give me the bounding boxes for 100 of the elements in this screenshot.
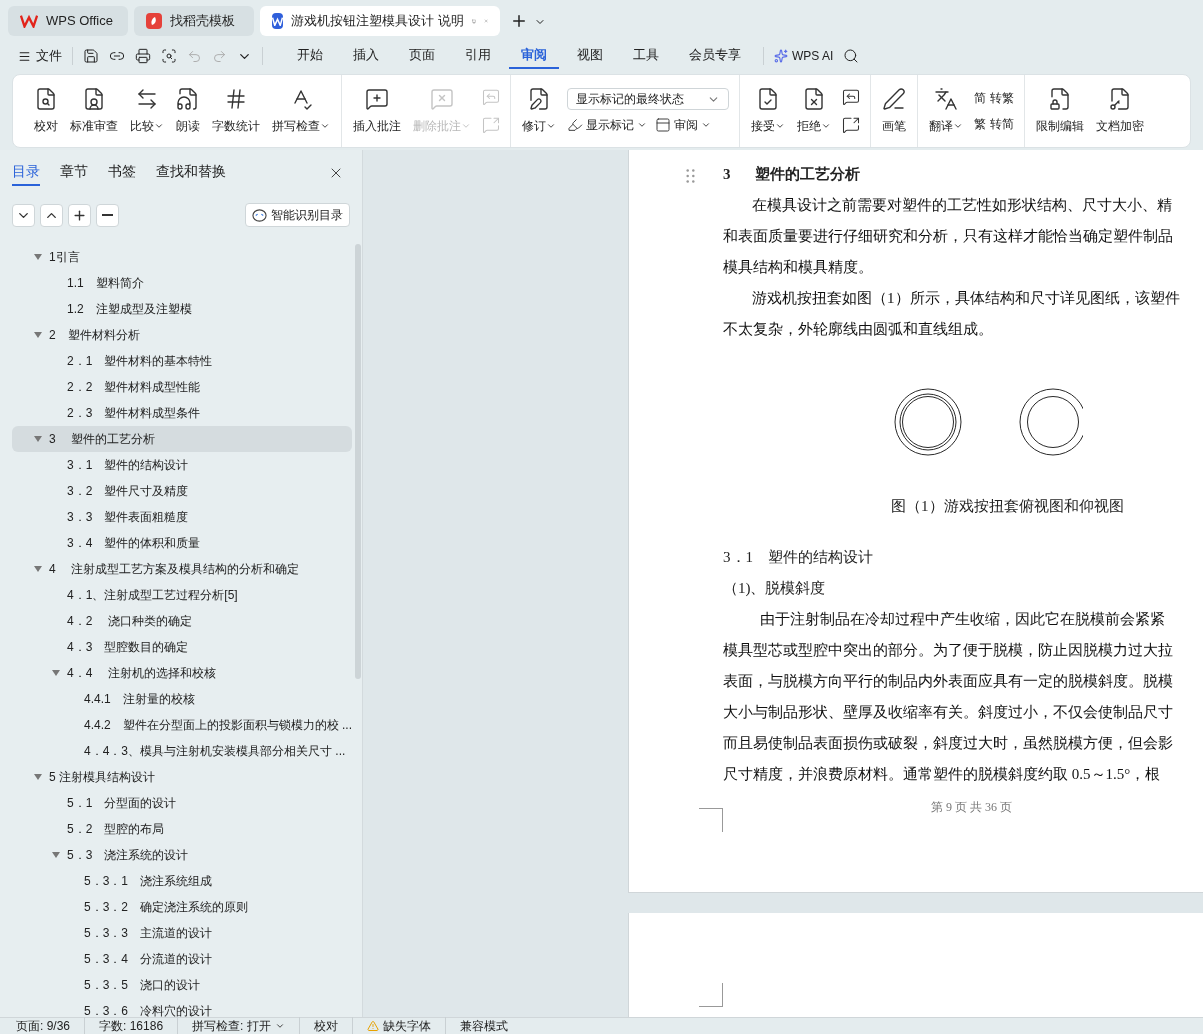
ribbon-button[interactable]: 拒绝 [792,75,836,147]
expand-up-button[interactable] [40,203,63,227]
toc-item[interactable]: 4．1、注射成型工艺过程分析[5] [12,582,353,608]
compare-arrows-icon [135,87,159,111]
toc-item[interactable]: 4．4 注射机的选择和校核 [12,660,353,686]
figure-caption: 图（1）游戏按扭套俯视图和仰视图 [891,497,1124,516]
comment-delete-icon [430,87,454,111]
add-heading-button[interactable] [68,203,91,227]
sidebar-tab[interactable]: 目录 [12,160,40,186]
ribbon-button[interactable]: 限制编辑 [1031,75,1089,147]
remove-heading-button[interactable] [96,203,119,227]
ribbon-button[interactable]: 接受 [746,75,790,147]
menu-tab[interactable]: 页面 [397,43,447,69]
toc-item[interactable]: 5．2 型腔的布局 [12,816,353,842]
plus-icon [72,207,87,223]
scrollbar-thumb[interactable] [355,244,361,679]
toc-item[interactable]: 5 注射模具结构设计 [12,764,353,790]
document-tab[interactable]: WPS Office [8,6,128,36]
toc-item[interactable]: 4.4.1 注射量的校核 [12,686,353,712]
ribbon-button[interactable]: 插入批注 [348,75,406,147]
toc-item[interactable]: 5．3．5 浇口的设计 [12,972,353,998]
toc-item[interactable]: 3．1 塑件的结构设计 [12,452,353,478]
menu-tab[interactable]: 引用 [453,43,503,69]
toc-item[interactable]: 3．3 塑件表面粗糙度 [12,504,353,530]
search-icon[interactable] [843,48,860,64]
toc-item[interactable]: 4 注射成型工艺方案及模具结构的分析和确定 [12,556,353,582]
print-preview-icon[interactable] [161,48,177,64]
markup-select[interactable]: 显示标记的最终状态 [567,88,729,110]
print-icon[interactable] [135,48,151,64]
ribbon-button[interactable]: 画笔 [877,75,911,147]
toc-item[interactable]: 4．4．3、模具与注射机安装模具部分相关尺寸 ... [12,738,353,764]
toc-item[interactable]: 1.1 塑料简介 [12,270,353,296]
file-menu-button[interactable]: 文件 [18,46,62,66]
ribbon-button[interactable]: 修订 [517,75,561,147]
smart-toc-button[interactable]: 智能识别目录 [245,203,350,227]
toc-item[interactable]: 1引言 [12,244,353,270]
ribbon-button[interactable]: 翻译 [924,75,968,147]
menu-tab[interactable]: 开始 [285,43,335,69]
ribbon-button[interactable]: 校对 [29,75,63,147]
proofread-status-button[interactable]: 校对 [299,1017,353,1034]
document-tab[interactable]: 找稻壳模板 [134,6,254,36]
sidebar-tab[interactable]: 书签 [108,160,136,186]
menu-tab[interactable]: 视图 [565,43,615,69]
menu-tab[interactable]: 工具 [621,43,671,69]
toc-item[interactable]: 5．3．4 分流道的设计 [12,946,353,972]
toc-item[interactable]: 5．3．3 主流道的设计 [12,920,353,946]
toc-item[interactable]: 5．3 浇注系统的设计 [12,842,353,868]
toc-item[interactable]: 1.2 注塑成型及注塑模 [12,296,353,322]
toc-item[interactable]: 2 塑件材料分析 [12,322,353,348]
ribbon-button[interactable]: 文档加密 [1091,75,1149,147]
new-tab-icon[interactable] [510,12,528,30]
toc-item[interactable]: 2．3 塑件材料成型条件 [12,400,353,426]
convert-button[interactable]: 繁 转简 [974,115,1014,133]
toc-item[interactable]: 3 塑件的工艺分析 [12,426,353,452]
expanded-triangle-icon[interactable] [34,253,42,261]
collapse-all-button[interactable] [12,203,35,227]
ribbon-small-button[interactable]: 显示标记 [567,116,647,134]
document-reject-icon [802,87,826,111]
sidebar-tab[interactable]: 查找和替换 [156,160,226,186]
ribbon-button[interactable]: 朗读 [171,75,205,147]
document-tab[interactable]: 游戏机按钮注塑模具设计 说明 [260,6,500,36]
menu-tab[interactable]: 会员专享 [677,43,753,69]
expanded-triangle-icon[interactable] [34,565,42,573]
toc-item[interactable]: 5．3．1 浇注系统组成 [12,868,353,894]
next-comment-icon[interactable] [842,116,860,134]
toc-item[interactable]: 5．3．2 确定浇注系统的原则 [12,894,353,920]
convert-button[interactable]: 简 转繁 [974,89,1014,107]
previous-comment-icon[interactable] [842,88,860,106]
expanded-triangle-icon[interactable] [52,851,60,859]
ribbon-button[interactable]: 字数统计 [207,75,265,147]
menu-tab[interactable]: 插入 [341,43,391,69]
subsection-heading: （1)、脱模斜度 [723,578,827,598]
expanded-triangle-icon[interactable] [34,773,42,781]
ribbon-button[interactable]: 比较 [125,75,169,147]
sidebar-tab[interactable]: 章节 [60,160,88,186]
expanded-triangle-icon[interactable] [34,331,42,339]
toc-item[interactable]: 4．3 型腔数目的确定 [12,634,353,660]
toc-item[interactable]: 5．3．6 冷料穴的设计 [12,998,353,1017]
caret-icon [775,121,785,131]
toc-item[interactable]: 2．1 塑件材料的基本特性 [12,348,353,374]
menu-tab[interactable]: 审阅 [509,43,559,69]
toc-item[interactable]: 4．2 浇口种类的确定 [12,608,353,634]
expanded-triangle-icon[interactable] [34,435,42,443]
toc-item[interactable]: 4.4.2 塑件在分型面上的投影面积与锁模力的校 ... [12,712,353,738]
toc-item[interactable]: 3．2 塑件尺寸及精度 [12,478,353,504]
ai-button[interactable]: WPS AI [774,47,834,65]
ribbon-button[interactable]: 标准审查 [65,75,123,147]
save-icon[interactable] [83,48,99,64]
caret-icon [821,121,831,131]
spell-check-status[interactable]: 拼写检查: 打开 [178,1017,300,1034]
missing-font-status[interactable]: 缺失字体 [352,1017,446,1034]
ribbon-small-button[interactable]: 审阅 [655,116,711,134]
warning-icon [366,1020,379,1032]
expanded-triangle-icon[interactable] [52,669,60,677]
ribbon-button[interactable]: 拼写检查 [267,75,335,147]
pen-icon [882,87,906,111]
toc-item[interactable]: 5．1 分型面的设计 [12,790,353,816]
drag-handle-icon[interactable] [686,169,695,183]
toc-item[interactable]: 3．4 塑件的体积和质量 [12,530,353,556]
toc-item[interactable]: 2．2 塑件材料成型性能 [12,374,353,400]
